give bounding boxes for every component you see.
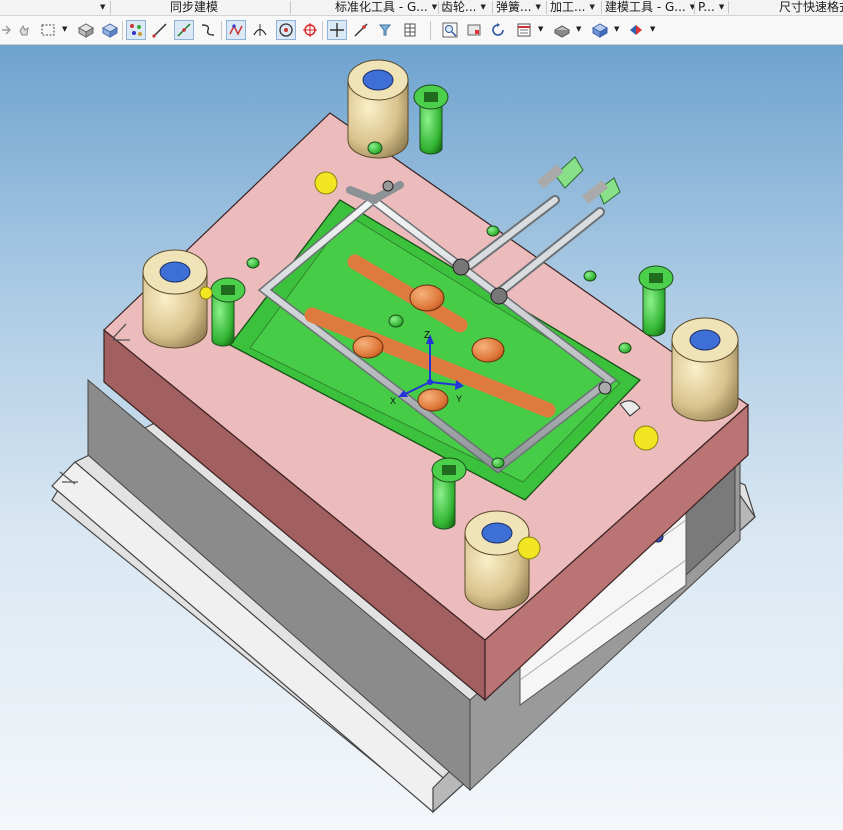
ribbon-group-label: 标准化工具 - G... <box>335 0 428 14</box>
snap-pointer-icon[interactable] <box>0 20 12 40</box>
divider <box>122 21 123 40</box>
divider <box>438 1 439 14</box>
chevron-down-icon[interactable]: ▼ <box>535 0 540 15</box>
divider <box>694 1 695 14</box>
chevron-down-icon[interactable]: ▼ <box>719 0 724 15</box>
bolt[interactable] <box>638 265 674 337</box>
guide-bushing-right[interactable] <box>671 317 739 422</box>
chevron-down-icon[interactable]: ▼ <box>62 25 67 33</box>
shaded-face-icon[interactable] <box>76 20 96 40</box>
mold-assembly-model[interactable]: Z Y X <box>0 45 843 830</box>
chevron-down-icon[interactable]: ▼ <box>576 25 581 33</box>
divider <box>221 21 222 40</box>
curve-icon[interactable] <box>198 20 218 40</box>
line-select-icon[interactable] <box>150 20 170 40</box>
tangent-snap-icon[interactable] <box>250 20 270 40</box>
divider <box>728 1 729 14</box>
grid-icon[interactable] <box>400 20 420 40</box>
ribbon-group-label: 同步建模 <box>170 0 219 14</box>
ribbon-group-label: 建模工具 - G... <box>605 0 686 14</box>
ribbon-group-bar: ▼ 同步建模 标准化工具 - G... ▼ 齿轮... ▼ 弹簧... ▼ 加工… <box>0 0 843 16</box>
bolt[interactable] <box>413 84 449 155</box>
divider <box>492 1 493 14</box>
edge-select-icon[interactable] <box>174 20 194 40</box>
chevron-down-icon[interactable]: ▼ <box>100 0 105 15</box>
ribbon-group-dimension-format[interactable]: 尺寸快速格式 <box>779 0 843 15</box>
view-orient-icon[interactable] <box>464 20 484 40</box>
ribbon-group-label: 加工... <box>550 0 586 14</box>
chevron-down-icon[interactable]: ▼ <box>480 0 485 15</box>
z-axis-label: Z <box>424 330 430 341</box>
solid-body-icon[interactable] <box>100 20 120 40</box>
ribbon-group-label: 弹簧... <box>496 0 532 14</box>
ribbon-group-modeling-tools[interactable]: 建模工具 - G... ▼ <box>605 0 695 15</box>
ribbon-group-synchronous-modeling[interactable]: 同步建模 <box>170 0 218 15</box>
chevron-down-icon[interactable]: ▼ <box>650 25 655 33</box>
y-axis-label: Y <box>456 394 462 404</box>
object-filter-icon[interactable] <box>375 20 395 40</box>
divider <box>546 1 547 14</box>
ribbon-group-label: 齿轮... <box>441 0 477 14</box>
chevron-down-icon[interactable]: ▼ <box>614 25 619 33</box>
pointer-hand-icon[interactable] <box>14 20 34 40</box>
display-style-icon[interactable] <box>552 20 572 40</box>
ribbon-group-label: 尺寸快速格式 <box>779 0 843 14</box>
ribbon-group-spring[interactable]: 弹簧... ▼ <box>496 0 541 15</box>
divider <box>322 21 323 40</box>
ribbon-group-label: P... <box>698 0 715 14</box>
divider <box>110 1 111 14</box>
divider <box>601 1 602 14</box>
x-axis-label: X <box>390 396 396 406</box>
point-cloud-icon[interactable] <box>126 20 146 40</box>
ribbon-group-machining[interactable]: 加工... ▼ <box>550 0 595 15</box>
divider <box>430 21 431 40</box>
vertex-snap-icon[interactable] <box>226 20 246 40</box>
zoom-fit-icon[interactable] <box>440 20 460 40</box>
chevron-down-icon[interactable]: ▼ <box>432 0 437 15</box>
select-rectangle-icon[interactable] <box>38 20 58 40</box>
edge-point-icon[interactable] <box>351 20 371 40</box>
quadrant-point-icon[interactable] <box>300 20 320 40</box>
guide-bushing-left[interactable] <box>142 249 208 349</box>
graphics-viewport[interactable]: Z Y X <box>0 45 843 830</box>
ribbon-group-gear[interactable]: 齿轮... ▼ <box>441 0 486 15</box>
toolbar: ▼ ▼ ▼ ▼ ▼ <box>0 16 843 45</box>
layer-settings-icon[interactable] <box>514 20 534 40</box>
chevron-down-icon[interactable]: ▼ <box>538 25 543 33</box>
rotate-view-icon[interactable] <box>488 20 508 40</box>
shading-icon[interactable] <box>590 20 610 40</box>
triad-display-icon[interactable] <box>626 20 646 40</box>
chevron-down-icon[interactable]: ▼ <box>589 0 594 15</box>
ribbon-group-standard-tools[interactable]: 标准化工具 - G... ▼ <box>335 0 437 15</box>
divider <box>290 1 291 14</box>
ribbon-group-p[interactable]: P... ▼ <box>698 0 724 15</box>
center-point-icon[interactable] <box>276 20 296 40</box>
guide-bushing-bottom[interactable] <box>464 510 530 611</box>
ribbon-group-0[interactable]: ▼ <box>96 0 105 15</box>
intersection-icon[interactable] <box>327 20 347 40</box>
